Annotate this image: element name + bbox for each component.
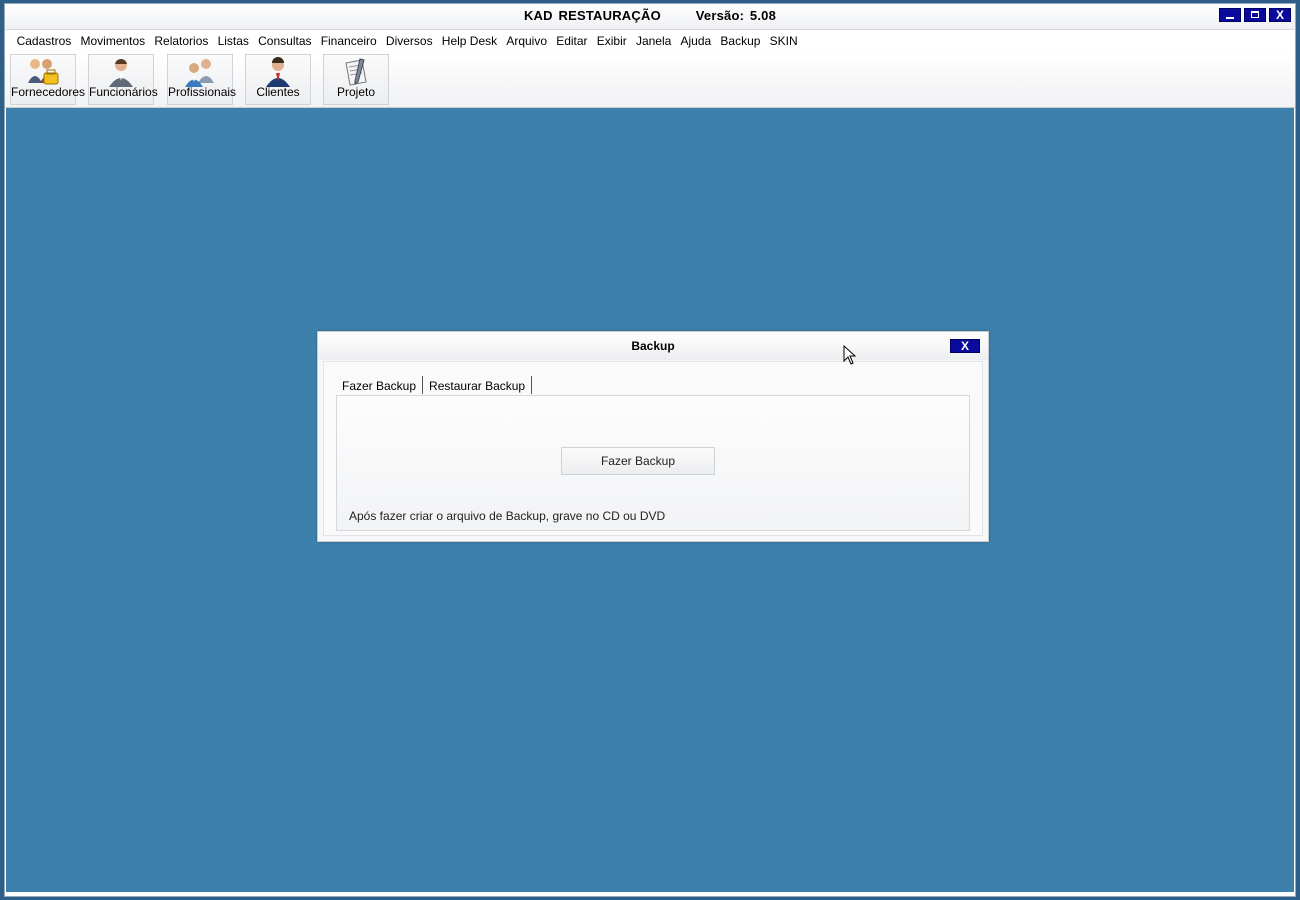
projeto-label: Projeto <box>336 85 376 99</box>
menu-skin[interactable]: SKIN <box>765 32 802 50</box>
menu-cadastros[interactable]: Cadastros <box>12 32 76 50</box>
fornecedores-label: Fornecedores <box>11 85 86 99</box>
dialog-close-button[interactable]: X <box>950 339 980 353</box>
menu-help-desk[interactable]: Help Desk <box>437 32 502 50</box>
profissionais-button[interactable]: Profissionais <box>167 54 237 105</box>
minimize-icon <box>1226 17 1234 19</box>
window-controls: X <box>1219 8 1291 22</box>
dialog-body: Fazer Backup Restaurar Backup Fazer Back… <box>323 361 983 536</box>
menu-ajuda[interactable]: Ajuda <box>676 32 716 50</box>
menu-relatorios[interactable]: Relatorios <box>150 32 213 50</box>
menu-diversos[interactable]: Diversos <box>381 32 437 50</box>
title-bar[interactable]: KAD RESTAURAÇÃO Versão: 5.08 X <box>5 4 1295 30</box>
profissionais-label: Profissionais <box>168 85 237 99</box>
funcionarios-button[interactable]: Funcionários <box>88 54 158 105</box>
menu-financeiro[interactable]: Financeiro <box>316 32 381 50</box>
close-icon: X <box>960 339 969 353</box>
menu-bar: Cadastros Movimentos Relatorios Listas C… <box>5 31 1295 51</box>
menu-consultas[interactable]: Consultas <box>254 32 317 50</box>
fazer-backup-button[interactable]: Fazer Backup <box>561 447 715 475</box>
menu-editar[interactable]: Editar <box>552 32 593 50</box>
fornecedores-button[interactable]: Fornecedores <box>10 54 86 105</box>
tab-restaurar-backup[interactable]: Restaurar Backup <box>423 376 533 394</box>
menu-movimentos[interactable]: Movimentos <box>76 32 150 50</box>
tab-strip: Fazer Backup Restaurar Backup <box>336 375 533 395</box>
projeto-button[interactable]: Projeto <box>323 54 389 105</box>
backup-hint: Após fazer criar o arquivo de Backup, gr… <box>349 509 666 523</box>
maximize-button[interactable] <box>1244 8 1266 22</box>
menu-janela[interactable]: Janela <box>631 32 676 50</box>
minimize-button[interactable] <box>1219 8 1241 22</box>
backup-dialog: Backup X Fazer Backup Restaurar Backup F… <box>317 331 989 542</box>
close-button[interactable]: X <box>1269 8 1291 22</box>
tab-panel: Fazer Backup Após fazer criar o arquivo … <box>336 395 970 531</box>
app-title: KAD RESTAURAÇÃO Versão: 5.08 <box>523 8 777 23</box>
mouse-cursor-icon <box>843 345 857 365</box>
menu-arquivo[interactable]: Arquivo <box>502 32 552 50</box>
tab-fazer-backup[interactable]: Fazer Backup <box>336 376 424 394</box>
menu-exibir[interactable]: Exibir <box>592 32 631 50</box>
dialog-title: Backup <box>631 339 675 353</box>
dialog-title-bar[interactable]: Backup X <box>318 332 988 360</box>
menu-backup[interactable]: Backup <box>716 32 765 50</box>
clientes-button[interactable]: Clientes <box>245 54 311 105</box>
close-icon: X <box>1275 8 1284 22</box>
funcionarios-label: Funcionários <box>89 85 158 99</box>
clientes-label: Clientes <box>256 85 300 99</box>
toolbar: Fornecedores Funcionários Profissionais … <box>5 52 1295 108</box>
menu-listas[interactable]: Listas <box>213 32 254 50</box>
maximize-icon <box>1251 11 1259 18</box>
